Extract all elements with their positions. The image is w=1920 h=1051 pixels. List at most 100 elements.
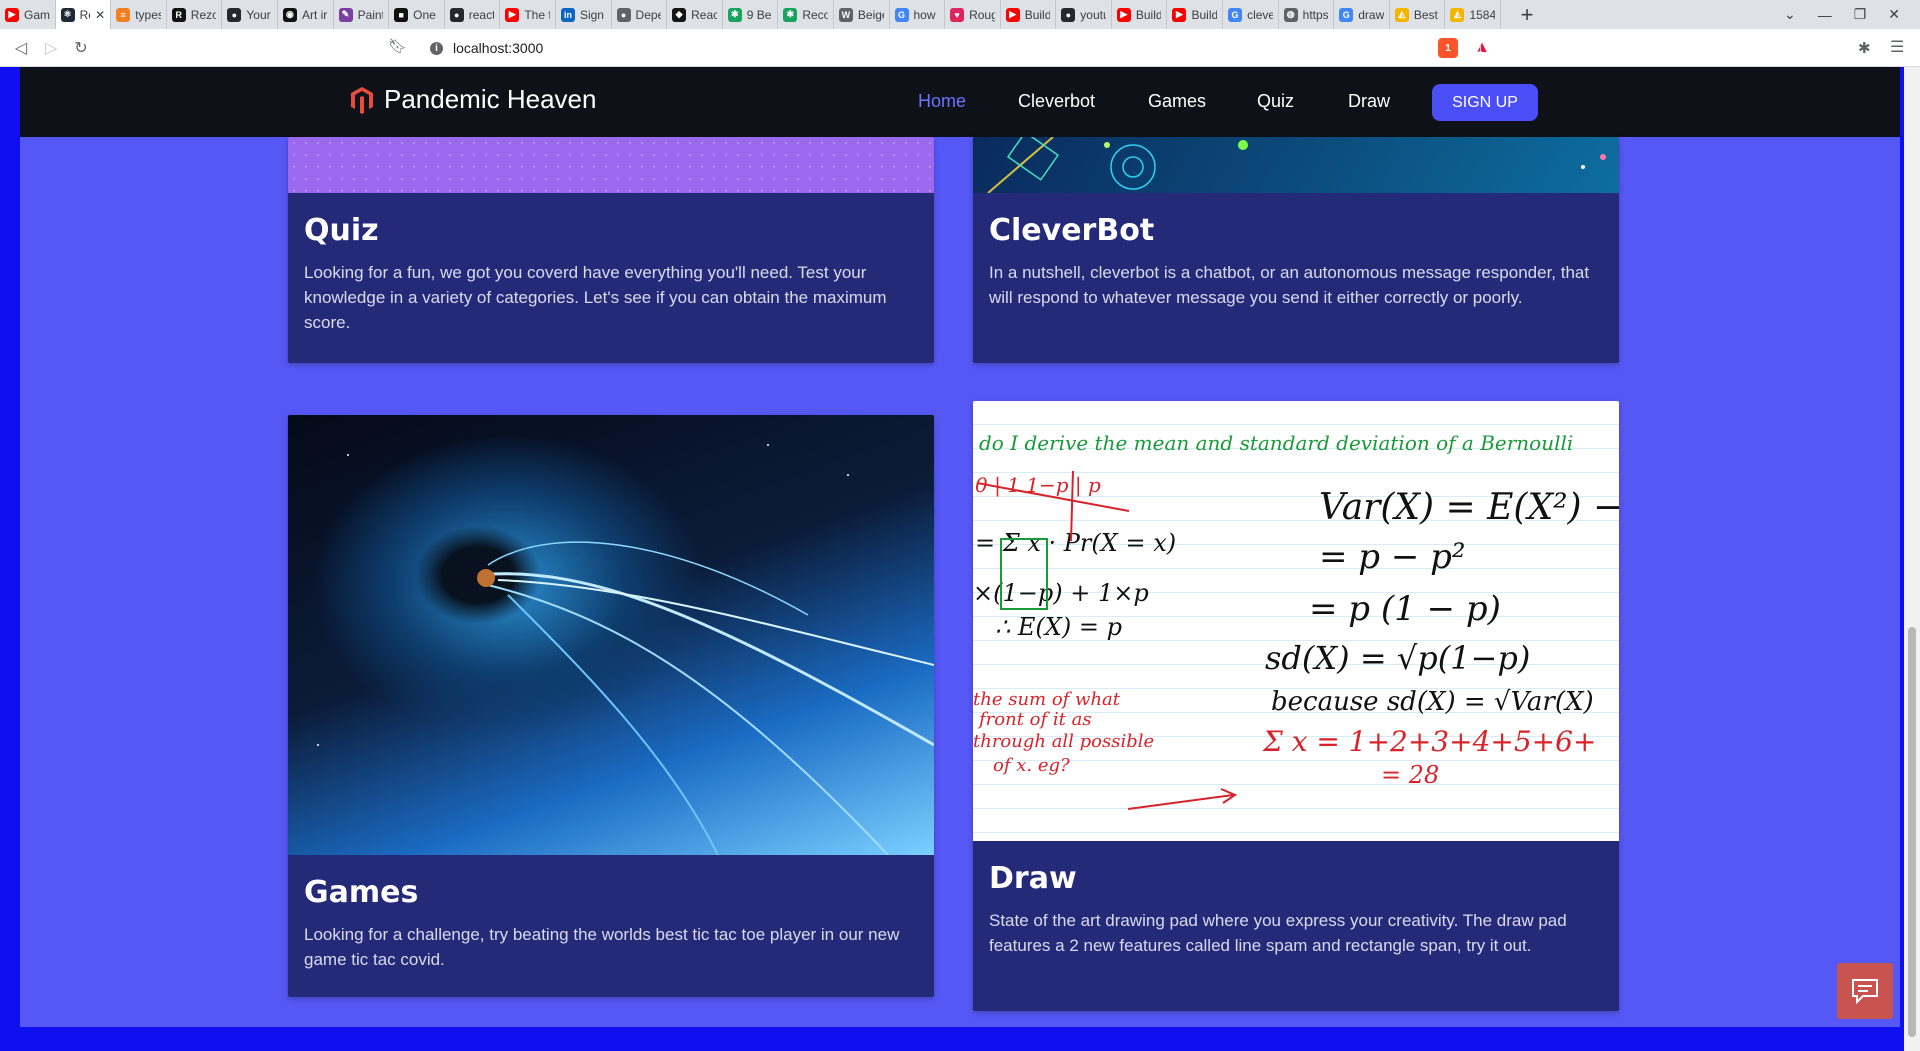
browser-tab[interactable]: ● Depe <box>612 0 668 29</box>
brave-shields-badge: 1 <box>1445 42 1451 54</box>
chat-button[interactable] <box>1837 963 1893 1019</box>
browser-tab-title: Best <box>1413 7 1438 22</box>
nav-link-draw[interactable]: Draw <box>1348 91 1390 112</box>
tab-search-icon[interactable]: ⌄ <box>1784 6 1796 23</box>
draw-card-text: State of the art drawing pad where you e… <box>989 911 1567 955</box>
browser-tab[interactable]: ● youtu <box>1056 0 1112 29</box>
draw-note-heading: do I derive the mean and standard deviat… <box>979 431 1574 455</box>
draw-card-title: Draw <box>989 861 1077 896</box>
games-card-text: Looking for a challenge, try beating the… <box>304 925 900 969</box>
browser-tab[interactable]: in Sign <box>556 0 612 29</box>
browser-tab[interactable]: Gcleve <box>1223 0 1279 29</box>
browser-tab-title: Re <box>79 7 91 22</box>
draw-note-step2: = p (1 − p) <box>1309 589 1501 629</box>
browser-tab[interactable]: R Rezo <box>167 0 223 29</box>
nav-link-quiz[interactable]: Quiz <box>1257 91 1294 112</box>
browser-menu-icon[interactable]: ☰ <box>1890 37 1904 57</box>
browser-tab-title: The f <box>524 7 550 22</box>
github-icon: ● <box>616 7 631 22</box>
nav-link-games[interactable]: Games <box>1148 91 1206 112</box>
brand[interactable]: Pandemic Heaven <box>350 84 596 115</box>
page-viewport: Pandemic Heaven Home Cleverbot Games Qui… <box>0 67 1920 1051</box>
linkedin-icon: in <box>560 7 575 22</box>
games-card[interactable]: Games Looking for a challenge, try beati… <box>288 415 934 997</box>
youtube-icon: ▶ <box>1172 7 1187 22</box>
site-navbar: Pandemic Heaven Home Cleverbot Games Qui… <box>20 67 1900 137</box>
browser-tab-title: Roug <box>969 7 995 22</box>
brave-rewards-icon[interactable]: ▲ 1 <box>1472 38 1492 58</box>
browser-tab[interactable]: ▶ The f <box>500 0 556 29</box>
browser-tab[interactable]: ▶ Gam <box>0 0 56 29</box>
browser-tab-title: Paint <box>357 7 384 22</box>
browser-tab-title: https <box>1302 7 1329 22</box>
browser-tab[interactable]: ◉ Art ir <box>278 0 334 29</box>
browser-tab[interactable]: ● Your <box>222 0 278 29</box>
browser-tab[interactable]: ⚛ Re ✕ <box>55 0 112 29</box>
browser-tab[interactable]: W Beige <box>834 0 890 29</box>
browser-tab[interactable]: Gdraw <box>1334 0 1390 29</box>
games-card-title: Games <box>304 875 419 910</box>
browser-tab[interactable]: ▶ Build <box>1001 0 1057 29</box>
draw-note-sum: Σ x = 1+2+3+4+5+6+ <box>1263 725 1597 758</box>
paint-icon: ✎ <box>338 7 353 22</box>
browser-tab[interactable]: ◭ 1584 <box>1445 0 1502 29</box>
browser-tab-title: types <box>135 7 161 22</box>
browser-tab[interactable]: ≡ types <box>111 0 167 29</box>
nav-link-home[interactable]: Home <box>918 91 966 112</box>
browser-tab[interactable]: ✱ Reco <box>778 0 834 29</box>
page-content: Pandemic Heaven Home Cleverbot Games Qui… <box>20 67 1900 1027</box>
extensions-icon[interactable]: ✱ <box>1858 39 1871 57</box>
restore-button[interactable]: ❐ <box>1854 6 1867 23</box>
close-window-button[interactable]: ✕ <box>1888 6 1900 23</box>
address-bar[interactable]: i localhost:3000 <box>420 34 1430 62</box>
wikipedia-icon: W <box>838 7 853 22</box>
browser-tab-title: how t <box>913 7 940 22</box>
page-scrollbar[interactable] <box>1904 67 1920 1051</box>
browser-tab[interactable]: ♥ Roug <box>945 0 1001 29</box>
browser-tab-title: cleve <box>1247 7 1273 22</box>
site-info-icon[interactable]: i <box>430 41 443 55</box>
back-button[interactable]: ◁ <box>6 38 36 58</box>
circle-icon: ◉ <box>282 7 297 22</box>
browser-tab[interactable]: ◭ Best <box>1390 0 1446 29</box>
github-icon: ● <box>449 7 464 22</box>
gear-icon: ✱ <box>783 7 798 22</box>
google-icon: G <box>1339 7 1354 22</box>
browser-tab[interactable]: ● react <box>445 0 501 29</box>
close-tab-icon[interactable]: ✕ <box>95 8 105 22</box>
browser-tab[interactable]: Ghow t <box>890 0 946 29</box>
minimize-button[interactable]: — <box>1818 7 1832 23</box>
browser-tab[interactable]: ◍ https <box>1279 0 1335 29</box>
globe-icon: ◍ <box>1283 7 1298 22</box>
browser-tab[interactable]: ▶ Build <box>1112 0 1168 29</box>
brave-rewards-badge: 1 <box>1478 45 1483 54</box>
browser-tab[interactable]: ✎ Paint <box>334 0 390 29</box>
codesandbox-icon: ◆ <box>672 7 687 22</box>
quiz-card[interactable]: Quiz Looking for a fun, we got you cover… <box>288 137 934 363</box>
draw-note-because: because sd(X) = √Var(X) <box>1271 687 1594 717</box>
browser-tab[interactable]: ◆ Reac <box>667 0 723 29</box>
new-tab-button[interactable]: + <box>1507 2 1547 28</box>
draw-card-image: do I derive the mean and standard deviat… <box>973 401 1619 841</box>
cleverbot-card[interactable]: CleverBot In a nutshell, cleverbot is a … <box>973 137 1619 363</box>
browser-tab-title: Reco <box>802 7 828 22</box>
bookmark-icon[interactable]: 🔖︎ <box>388 37 407 55</box>
browser-tab-title: Art ir <box>301 7 328 22</box>
browser-tab-title: Build <box>1135 7 1162 22</box>
browser-tab-title: Reac <box>691 7 717 22</box>
draw-card[interactable]: do I derive the mean and standard deviat… <box>973 401 1619 1011</box>
draw-note-sum-result: = 28 <box>1381 761 1440 789</box>
brave-shields-icon[interactable]: 1 <box>1438 38 1458 58</box>
scrollbar-thumb[interactable] <box>1908 627 1916 1037</box>
nav-link-cleverbot[interactable]: Cleverbot <box>1018 91 1095 112</box>
draw-note-table: 0 | 1 1−p | p <box>975 473 1101 497</box>
google-icon: G <box>894 7 909 22</box>
browser-tab[interactable]: ■ One <box>389 0 445 29</box>
brand-name: Pandemic Heaven <box>384 84 597 114</box>
forward-button[interactable]: ▷ <box>36 38 66 58</box>
reload-button[interactable]: ↻ <box>66 38 96 58</box>
signup-button[interactable]: SIGN UP <box>1432 84 1538 121</box>
browser-tab[interactable]: ▶ Build <box>1167 0 1224 29</box>
draw-note-result: ∴ E(X) = p <box>995 613 1122 641</box>
browser-tab[interactable]: ✱ 9 Be <box>723 0 779 29</box>
